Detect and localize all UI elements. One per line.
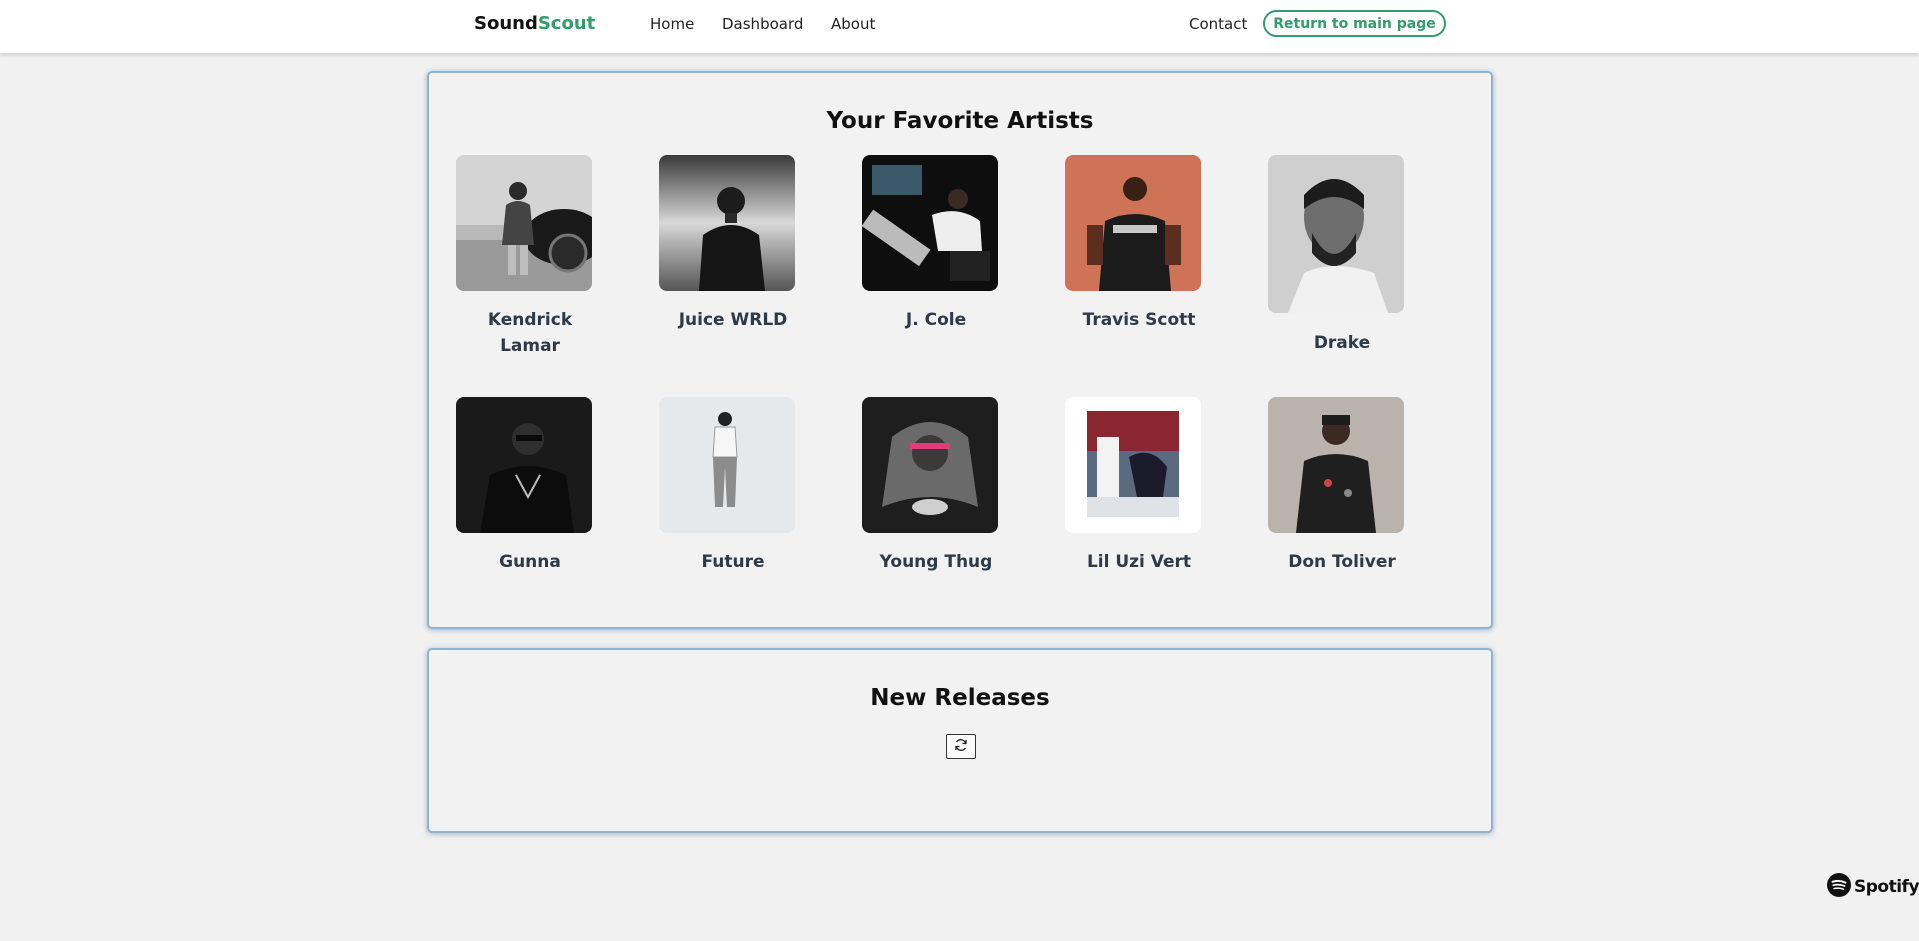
artist-name: Kendrick Lamar bbox=[487, 310, 573, 356]
artist-photo bbox=[456, 397, 592, 533]
artist-photo bbox=[659, 155, 795, 291]
artist-name: Future bbox=[701, 552, 765, 572]
artist-name: Travis Scott bbox=[1082, 310, 1196, 330]
favorite-artists-panel: Your Favorite Artists Kendrick Lamar Jui… bbox=[427, 71, 1493, 629]
artist-photo bbox=[1065, 155, 1201, 291]
refresh-button[interactable] bbox=[946, 734, 976, 759]
nav-contact-link[interactable]: Contact bbox=[1189, 15, 1247, 33]
artist-photo bbox=[1268, 155, 1404, 313]
return-to-main-button[interactable]: Return to main page bbox=[1263, 10, 1446, 37]
nav-about-link[interactable]: About bbox=[831, 15, 875, 33]
artist-name: Gunna bbox=[499, 552, 561, 572]
top-navbar: SoundScout Home Dashboard About Contact … bbox=[0, 0, 1919, 53]
artist-name: Don Toliver bbox=[1288, 552, 1396, 572]
spotify-icon bbox=[1827, 873, 1851, 901]
new-releases-title: New Releases bbox=[870, 685, 1050, 711]
artist-photo bbox=[659, 397, 795, 533]
brand-sound: Sound bbox=[474, 13, 538, 34]
brand-logo[interactable]: SoundScout bbox=[474, 13, 595, 34]
artist-name: Lil Uzi Vert bbox=[1086, 552, 1192, 572]
nav-home-link[interactable]: Home bbox=[650, 15, 694, 33]
artist-name: Juice WRLD bbox=[678, 310, 788, 330]
spotify-attribution: Spotify bbox=[1827, 873, 1919, 901]
artist-photo bbox=[1065, 397, 1201, 533]
spotify-label: Spotify bbox=[1854, 877, 1919, 897]
artist-name: Drake bbox=[1313, 333, 1371, 353]
nav-dashboard-link[interactable]: Dashboard bbox=[722, 15, 803, 33]
new-releases-panel: New Releases bbox=[427, 648, 1493, 833]
refresh-icon bbox=[954, 738, 968, 755]
brand-scout: Scout bbox=[537, 13, 596, 34]
artist-photo bbox=[1268, 397, 1404, 533]
artist-name: J. Cole bbox=[905, 310, 967, 330]
artist-photo bbox=[862, 155, 998, 291]
artist-photo bbox=[456, 155, 592, 291]
favorite-artists-title: Your Favorite Artists bbox=[826, 108, 1094, 134]
artist-photo bbox=[862, 397, 998, 533]
artist-name: Young Thug bbox=[879, 552, 993, 572]
